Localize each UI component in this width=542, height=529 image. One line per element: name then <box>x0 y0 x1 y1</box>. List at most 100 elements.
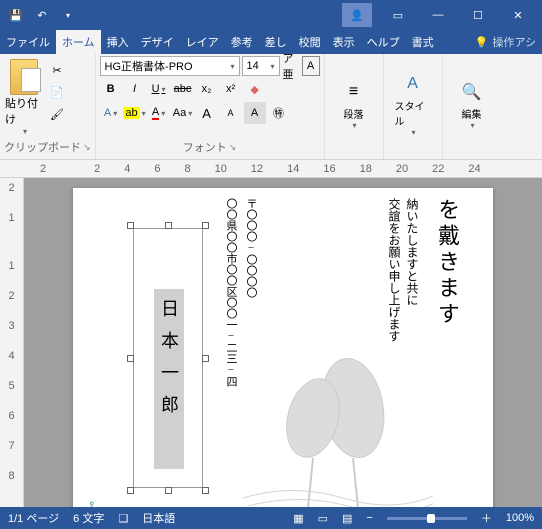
word-count[interactable]: 6 文字 <box>73 510 104 526</box>
styles-label: スタイル <box>395 98 431 128</box>
char-shading-button[interactable]: A <box>244 102 266 124</box>
resize-handle[interactable] <box>127 487 134 494</box>
ruler-tick: 8 <box>8 470 14 482</box>
bold-button[interactable]: B <box>100 78 122 100</box>
italic-button[interactable]: I <box>124 78 146 100</box>
ruler-tick: 20 <box>396 163 408 175</box>
group-editing: 🔍 編集 ▾ <box>443 54 501 159</box>
tab-layout[interactable]: レイア <box>180 30 225 54</box>
page-container[interactable]: を戴きます 納いたしますと共に 交誼をお願い申し上げます 〒〇〇〇−〇〇〇〇 〇… <box>24 178 542 507</box>
quick-access-toolbar: 💾 ↶ ▾ <box>4 3 80 27</box>
resize-handle[interactable] <box>165 222 172 229</box>
format-painter-button[interactable]: 🖌 <box>46 104 68 124</box>
ruler-tick: 1 <box>8 260 14 272</box>
font-name-combo[interactable]: HG正楷書体-PRO▾ <box>100 56 240 76</box>
strike-button[interactable]: abc <box>172 78 194 100</box>
font-group-label: フォント <box>183 139 227 155</box>
resize-handle[interactable] <box>127 355 134 362</box>
language-button[interactable]: 日本語 <box>142 510 175 526</box>
spell-check-button[interactable]: ❏ <box>118 512 128 525</box>
close-button[interactable]: ✕ <box>498 0 538 30</box>
font-dialog-launcher[interactable]: ↘ <box>229 142 237 153</box>
ruler-tick: 3 <box>8 320 14 332</box>
lotus-image <box>233 308 433 507</box>
view-web-button[interactable]: ▤ <box>342 512 352 525</box>
text-effects-button[interactable]: A▾ <box>100 102 122 124</box>
resize-handle[interactable] <box>165 487 172 494</box>
document-page[interactable]: を戴きます 納いたしますと共に 交誼をお願い申し上げます 〒〇〇〇−〇〇〇〇 〇… <box>73 188 493 507</box>
ruler-tick: 6 <box>154 163 160 175</box>
minimize-button[interactable]: — <box>418 0 458 30</box>
copy-button[interactable]: 📄 <box>46 82 68 102</box>
font-color-button[interactable]: A▾ <box>148 102 170 124</box>
selected-textbox[interactable]: 日本一郎 <box>133 228 203 488</box>
ribbon-options-button[interactable]: ▭ <box>378 0 418 30</box>
resize-handle[interactable] <box>202 355 209 362</box>
ruler-tick: 14 <box>287 163 299 175</box>
name-highlight[interactable]: 日本一郎 <box>154 289 184 469</box>
change-case-button[interactable]: Aa▾ <box>172 102 194 124</box>
ribbon-tabs: ファイル ホーム 挿入 デザイ レイア 参考 差し 校閲 表示 ヘルプ 書式 💡… <box>0 30 542 54</box>
sender-name[interactable]: 日本一郎 <box>156 299 182 427</box>
text-line-1[interactable]: を戴きます <box>431 198 463 328</box>
page-indicator[interactable]: 1/1 ページ <box>8 510 59 526</box>
grow-font-button[interactable]: A <box>196 102 218 124</box>
cut-button[interactable]: ✂ <box>46 60 68 80</box>
font-size-combo[interactable]: 14▾ <box>242 56 280 76</box>
text-line-2[interactable]: 納いたしますと共に <box>404 198 421 306</box>
redo-button[interactable]: ▾ <box>56 3 80 27</box>
tab-references[interactable]: 参考 <box>225 30 259 54</box>
paste-button[interactable]: 貼り付け ▾ <box>4 56 44 137</box>
superscript-button[interactable]: x² <box>220 78 242 100</box>
vertical-ruler[interactable]: 2 1 1 2 3 4 5 6 7 8 <box>0 178 24 507</box>
maximize-button[interactable]: ☐ <box>458 0 498 30</box>
zoom-out-button[interactable]: − <box>366 512 372 524</box>
font-size-value: 14 <box>247 60 259 72</box>
tab-view[interactable]: 表示 <box>327 30 361 54</box>
shrink-font-button[interactable]: A <box>220 102 242 124</box>
clipboard-dialog-launcher[interactable]: ↘ <box>83 142 91 153</box>
undo-button[interactable]: ↶ <box>30 3 54 27</box>
zoom-level[interactable]: 100% <box>506 512 534 524</box>
paragraph-label: 段落 <box>344 106 364 121</box>
ruler-tick: 4 <box>124 163 130 175</box>
char-border-button[interactable]: A <box>302 56 320 76</box>
anchor-icon[interactable]: ⚓ <box>83 501 100 507</box>
enclose-char-button[interactable]: ㊕ <box>268 102 290 124</box>
tab-design[interactable]: デザイ <box>135 30 180 54</box>
resize-handle[interactable] <box>127 222 134 229</box>
user-avatar[interactable]: 👤 <box>342 3 372 27</box>
ruler-tick: 4 <box>8 350 14 362</box>
tab-format[interactable]: 書式 <box>406 30 440 54</box>
zoom-in-button[interactable]: ＋ <box>481 510 492 526</box>
paragraph-button[interactable]: ≡ 段落 ▾ <box>329 56 379 153</box>
underline-button[interactable]: U▾ <box>148 78 170 100</box>
tell-me[interactable]: 💡操作アシ <box>469 30 542 54</box>
group-paragraph: ≡ 段落 ▾ <box>325 54 384 159</box>
styles-button[interactable]: A スタイル ▾ <box>388 56 438 153</box>
save-button[interactable]: 💾 <box>4 3 28 27</box>
resize-handle[interactable] <box>202 222 209 229</box>
address-postal[interactable]: 〒〇〇〇−〇〇〇〇 <box>243 198 259 298</box>
phonetic-guide-button[interactable]: ア亜 <box>282 56 300 76</box>
ruler-tick: 2 <box>8 182 14 194</box>
tab-file[interactable]: ファイル <box>0 30 56 54</box>
horizontal-ruler[interactable]: 2 2 4 6 8 10 12 14 16 18 20 22 24 <box>0 160 542 178</box>
status-bar: 1/1 ページ 6 文字 ❏ 日本語 ▦ ▭ ▤ − ＋ 100% <box>0 507 542 529</box>
tab-home[interactable]: ホーム <box>56 30 101 54</box>
tab-help[interactable]: ヘルプ <box>361 30 406 54</box>
resize-handle[interactable] <box>202 487 209 494</box>
highlight-button[interactable]: ab▾ <box>124 102 146 124</box>
editing-button[interactable]: 🔍 編集 ▾ <box>447 56 497 153</box>
ruler-tick: 18 <box>360 163 372 175</box>
group-styles: A スタイル ▾ <box>384 54 443 159</box>
clear-format-button[interactable]: ◆ <box>244 78 266 100</box>
tab-insert[interactable]: 挿入 <box>101 30 135 54</box>
view-print-button[interactable]: ▦ <box>293 512 303 525</box>
underline-label: U <box>152 83 160 95</box>
subscript-button[interactable]: x₂ <box>196 78 218 100</box>
zoom-slider[interactable] <box>387 517 467 520</box>
view-read-button[interactable]: ▭ <box>318 512 328 525</box>
ruler-tick: 5 <box>8 380 14 392</box>
find-icon: 🔍 <box>460 80 484 104</box>
